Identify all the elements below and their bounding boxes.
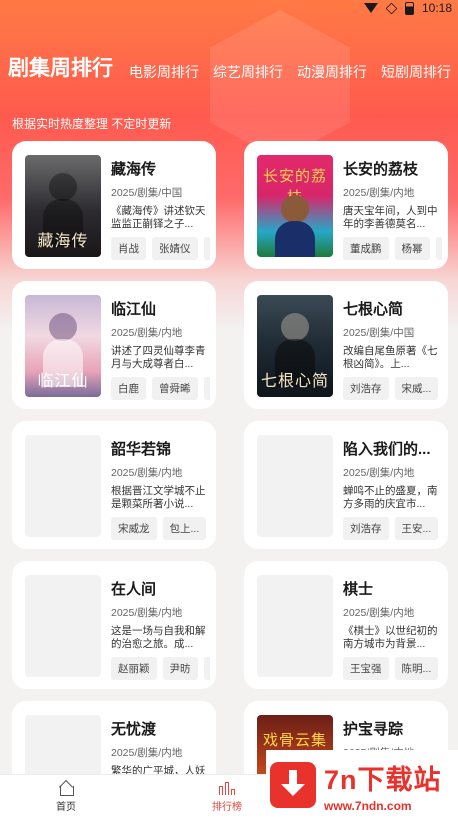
poster-title-art: 临江仙: [37, 371, 89, 390]
poster-title-art: 七根心简: [260, 371, 329, 390]
show-meta: 2025/剧集/内地: [111, 467, 183, 479]
show-meta: 2025/剧集/内地: [343, 467, 415, 479]
show-card[interactable]: 在人间 2025/剧集/内地 这是一场与自我和解的治愈之旅。成... 赵丽颖 尹…: [12, 561, 216, 689]
poster-placeholder: [257, 575, 333, 677]
poster-image: 藏海传: [25, 155, 101, 257]
actor-tag[interactable]: 尹昉: [162, 657, 198, 680]
watermark-title: 7n下载站: [324, 764, 442, 795]
actor-tag[interactable]: [203, 237, 210, 260]
show-title: 韶华若锦: [111, 441, 172, 458]
show-meta: 2025/剧集/内地: [111, 327, 183, 339]
actor-tag[interactable]: 杨幂: [394, 237, 430, 260]
show-meta: 2025/剧集/内地: [111, 747, 183, 759]
poster-image: 七根心简: [257, 295, 333, 397]
ranking-icon: [219, 781, 235, 795]
tab-drama-weekly[interactable]: 剧集周排行: [8, 52, 113, 84]
show-description: 改编自尾鱼原著《七根凶简》。上...: [343, 345, 438, 370]
poster-figure: [275, 195, 315, 257]
show-description: 《藏海传》讲述钦天监监正蒯铎之子...: [111, 205, 206, 230]
show-title: 七根心简: [343, 301, 404, 318]
nav-ranking-label: 排行榜: [212, 802, 242, 813]
no-signal-icon: [386, 3, 397, 14]
poster-figure: [43, 173, 83, 247]
nav-home[interactable]: 首页: [56, 781, 76, 813]
show-card[interactable]: 长安的荔枝 长安的荔枝 2025/剧集/内地 唐天宝年间，人到中年的李善德莫名.…: [244, 141, 448, 269]
tab-short-drama-weekly[interactable]: 短剧周排行: [381, 62, 451, 84]
ranking-grid: 藏海传 藏海传 2025/剧集/中国 《藏海传》讲述钦天监监正蒯铎之子... 肖…: [12, 141, 450, 820]
actor-tag[interactable]: 陈明...: [394, 657, 439, 680]
show-meta: 2025/剧集/中国: [111, 187, 183, 199]
wifi-icon: [363, 3, 378, 13]
show-card[interactable]: 藏海传 藏海传 2025/剧集/中国 《藏海传》讲述钦天监监正蒯铎之子... 肖…: [12, 141, 216, 269]
show-title: 棋士: [343, 581, 374, 598]
nav-ranking[interactable]: 排行榜: [212, 781, 242, 813]
actor-tag[interactable]: 张婧仪: [152, 237, 198, 260]
show-description: 讲述了四灵仙尊李青月与大成尊者白...: [111, 345, 206, 370]
poster-placeholder: [25, 575, 101, 677]
tab-movie-weekly[interactable]: 电影周排行: [129, 62, 199, 84]
show-description: 根据晋江文学城不止是颗菜所著小说...: [111, 485, 206, 510]
actor-tag[interactable]: 宋威龙: [111, 517, 157, 540]
watermark-logo: 7n下载站 www.7ndn.com: [266, 750, 458, 820]
show-meta: 2025/剧集/内地: [343, 187, 415, 199]
show-description: 这是一场与自我和解的治愈之旅。成...: [111, 625, 206, 650]
poster-figure: [43, 313, 83, 387]
show-title: 临江仙: [111, 301, 157, 318]
show-meta: 2025/剧集/内地: [343, 607, 415, 619]
show-card[interactable]: 韶华若锦 2025/剧集/内地 根据晋江文学城不止是颗菜所著小说... 宋威龙 …: [12, 421, 216, 549]
show-description: 蝉鸣不止的盛夏，南方多雨的庆宜市...: [343, 485, 438, 510]
actor-tag[interactable]: 赵丽颖: [111, 657, 157, 680]
watermark-url: www.7ndn.com: [324, 798, 412, 813]
actor-tag[interactable]: [203, 657, 210, 680]
ranking-tabs: 剧集周排行 电影周排行 综艺周排行 动漫周排行 短剧周排行: [8, 52, 458, 84]
download-icon: [270, 762, 316, 808]
poster-image: 长安的荔枝: [257, 155, 333, 257]
nav-home-label: 首页: [56, 802, 76, 813]
show-title: 长安的荔枝: [343, 161, 419, 178]
actor-tag[interactable]: 刘浩存: [343, 377, 389, 400]
actor-tag[interactable]: 王安...: [394, 517, 439, 540]
show-description: 《棋士》以世纪初的南方城市为背景...: [343, 625, 438, 650]
page-subtitle: 根据实时热度整理 不定时更新: [12, 117, 172, 131]
actor-tag[interactable]: 王宝强: [343, 657, 389, 680]
show-card[interactable]: 七根心简 七根心简 2025/剧集/中国 改编自尾鱼原著《七根凶简》。上... …: [244, 281, 448, 409]
show-card[interactable]: 临江仙 临江仙 2025/剧集/内地 讲述了四灵仙尊李青月与大成尊者白... 白…: [12, 281, 216, 409]
show-card[interactable]: 陷入我们的... 2025/剧集/内地 蝉鸣不止的盛夏，南方多雨的庆宜市... …: [244, 421, 448, 549]
actor-tag[interactable]: 宋威...: [394, 377, 439, 400]
poster-title-art: 戏骨云集: [262, 731, 327, 749]
show-meta: 2025/剧集/内地: [111, 607, 183, 619]
poster-figure: [275, 313, 315, 387]
poster-image: 临江仙: [25, 295, 101, 397]
poster-placeholder: [257, 435, 333, 537]
actor-tag[interactable]: [203, 377, 210, 400]
show-title: 无忧渡: [111, 721, 157, 738]
tab-anime-weekly[interactable]: 动漫周排行: [297, 62, 367, 84]
show-title: 在人间: [111, 581, 157, 598]
home-icon: [59, 781, 74, 796]
show-card[interactable]: 棋士 2025/剧集/内地 《棋士》以世纪初的南方城市为背景... 王宝强 陈明…: [244, 561, 448, 689]
battery-icon: [404, 1, 414, 15]
tab-variety-weekly[interactable]: 综艺周排行: [213, 62, 283, 84]
actor-tag[interactable]: [435, 237, 442, 260]
poster-placeholder: [25, 435, 101, 537]
poster-title-art: 藏海传: [37, 231, 89, 250]
actor-tag[interactable]: 肖战: [111, 237, 146, 260]
actor-tag[interactable]: 董成鹏: [343, 237, 389, 260]
show-title: 护宝寻踪: [343, 721, 404, 738]
status-bar: 10:18: [0, 0, 458, 16]
show-meta: 2025/剧集/中国: [343, 327, 415, 339]
actor-tag[interactable]: 刘浩存: [343, 517, 389, 540]
actor-tag[interactable]: 包上...: [162, 517, 207, 540]
show-description: 唐天宝年间，人到中年的李善德莫名...: [343, 205, 438, 230]
show-title: 藏海传: [111, 161, 157, 178]
actor-tag[interactable]: 曾舜晞: [152, 377, 198, 400]
status-time: 10:18: [421, 1, 452, 15]
actor-tag[interactable]: 白鹿: [111, 377, 146, 400]
show-title: 陷入我们的...: [343, 441, 431, 458]
